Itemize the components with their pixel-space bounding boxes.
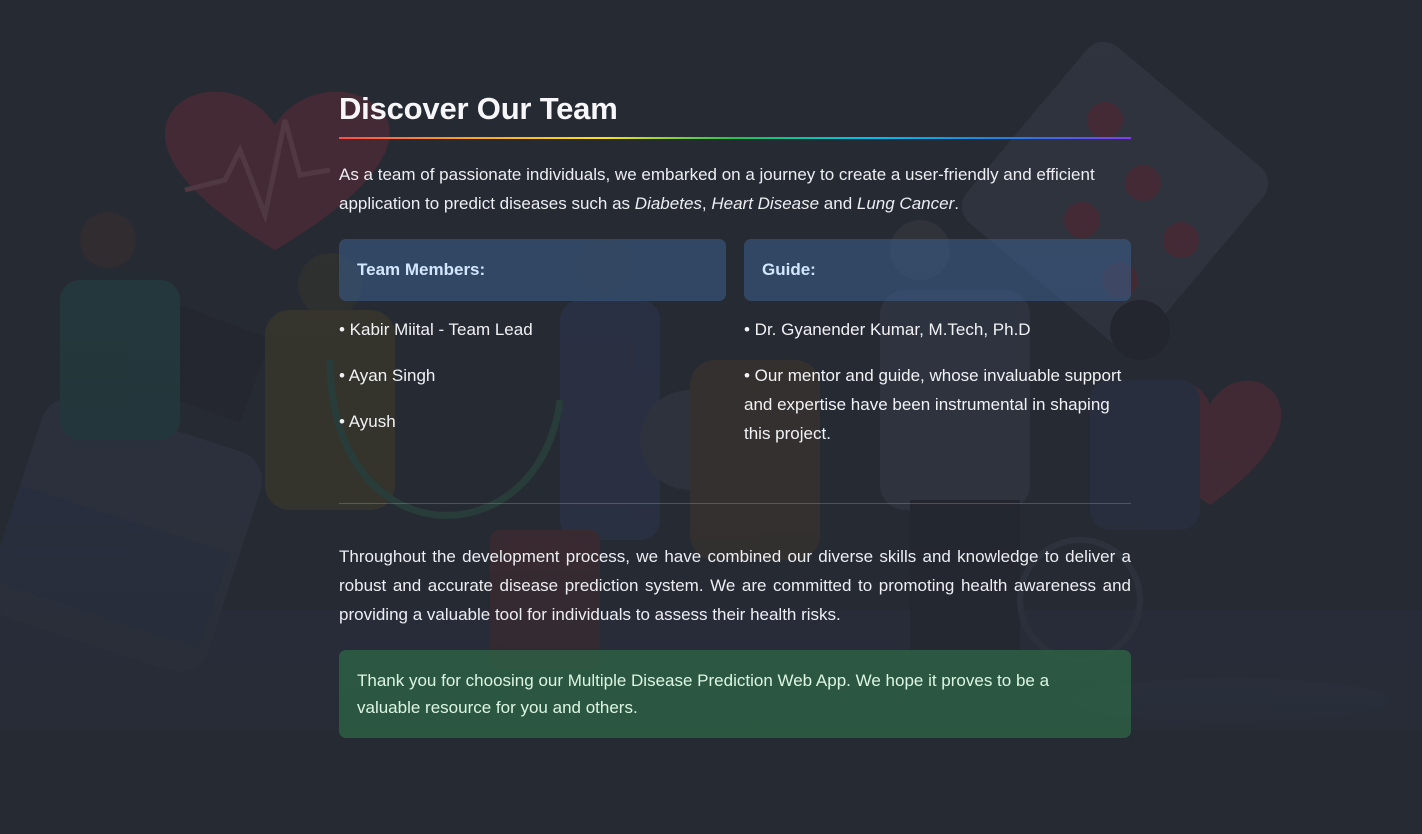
guide-column: Guide: • Dr. Gyanender Kumar, M.Tech, Ph… — [744, 239, 1131, 465]
guide-item: • Our mentor and guide, whose invaluable… — [744, 366, 1122, 443]
page-title: Discover Our Team — [339, 91, 618, 126]
title-divider — [339, 137, 1131, 139]
intro-separator: and — [819, 194, 857, 213]
team-member: • Kabir Miital - Team Lead — [339, 320, 533, 339]
team-member: • Ayush — [339, 412, 396, 431]
body-paragraph: Throughout the development process, we h… — [339, 547, 1131, 624]
about-team-section: Discover Our Team As a team of passionat… — [339, 88, 1131, 738]
intro-paragraph: As a team of passionate individuals, we … — [339, 160, 1131, 218]
section-divider — [339, 503, 1131, 504]
disease-lung-cancer: Lung Cancer — [856, 194, 955, 213]
team-members-heading: Team Members: — [339, 239, 726, 301]
guide-list: • Dr. Gyanender Kumar, M.Tech, Ph.D • Ou… — [744, 315, 1131, 448]
disease-heart: Heart Disease — [711, 194, 820, 213]
team-member: • Ayan Singh — [339, 366, 436, 385]
team-members-list: • Kabir Miital - Team Lead • Ayan Singh … — [339, 315, 726, 436]
intro-separator: , — [701, 194, 712, 213]
guide-item: • Dr. Gyanender Kumar, M.Tech, Ph.D — [744, 320, 1031, 339]
team-members-column: Team Members: • Kabir Miital - Team Lead… — [339, 239, 726, 465]
intro-end: . — [954, 194, 959, 213]
team-columns: Team Members: • Kabir Miital - Team Lead… — [339, 239, 1131, 465]
disease-diabetes: Diabetes — [634, 194, 702, 213]
guide-heading: Guide: — [744, 239, 1131, 301]
success-message: Thank you for choosing our Multiple Dise… — [339, 650, 1131, 738]
